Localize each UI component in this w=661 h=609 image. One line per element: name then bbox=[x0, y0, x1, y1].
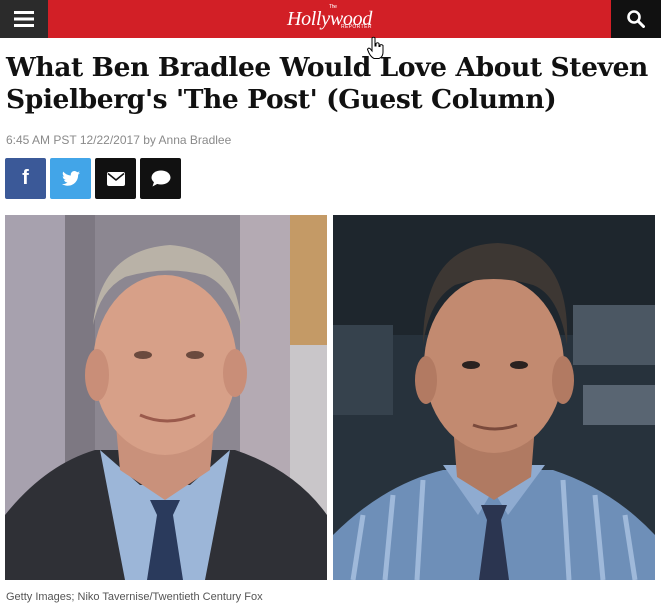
comment-button[interactable] bbox=[140, 158, 181, 199]
hamburger-menu-icon bbox=[14, 11, 34, 27]
brand-bar: The Hollywood REPORTER bbox=[48, 0, 611, 38]
article-byline: 6:45 AM PST 12/22/2017 by Anna Bradlee bbox=[6, 133, 232, 147]
menu-button[interactable] bbox=[0, 0, 48, 38]
logo-suffix: REPORTER bbox=[340, 24, 372, 30]
search-button[interactable] bbox=[611, 0, 661, 38]
email-icon bbox=[106, 171, 125, 186]
twitter-icon bbox=[61, 171, 80, 186]
logo-prefix: The bbox=[328, 4, 337, 10]
site-logo[interactable]: The Hollywood REPORTER bbox=[287, 5, 372, 30]
share-bar: f bbox=[5, 158, 181, 199]
search-icon bbox=[627, 10, 645, 28]
comment-icon bbox=[151, 170, 170, 187]
photo-caption: Getty Images; Niko Tavernise/Twentieth C… bbox=[6, 591, 263, 603]
photo-ben-bradlee bbox=[5, 215, 327, 580]
photo-tom-hanks-the-post bbox=[333, 215, 655, 580]
twitter-share-button[interactable] bbox=[50, 158, 91, 199]
article-title: What Ben Bradlee Would Love About Steven… bbox=[6, 52, 648, 115]
facebook-share-button[interactable]: f bbox=[5, 158, 46, 199]
email-share-button[interactable] bbox=[95, 158, 136, 199]
facebook-icon: f bbox=[22, 167, 29, 189]
top-nav-bar: The Hollywood REPORTER bbox=[0, 0, 661, 38]
